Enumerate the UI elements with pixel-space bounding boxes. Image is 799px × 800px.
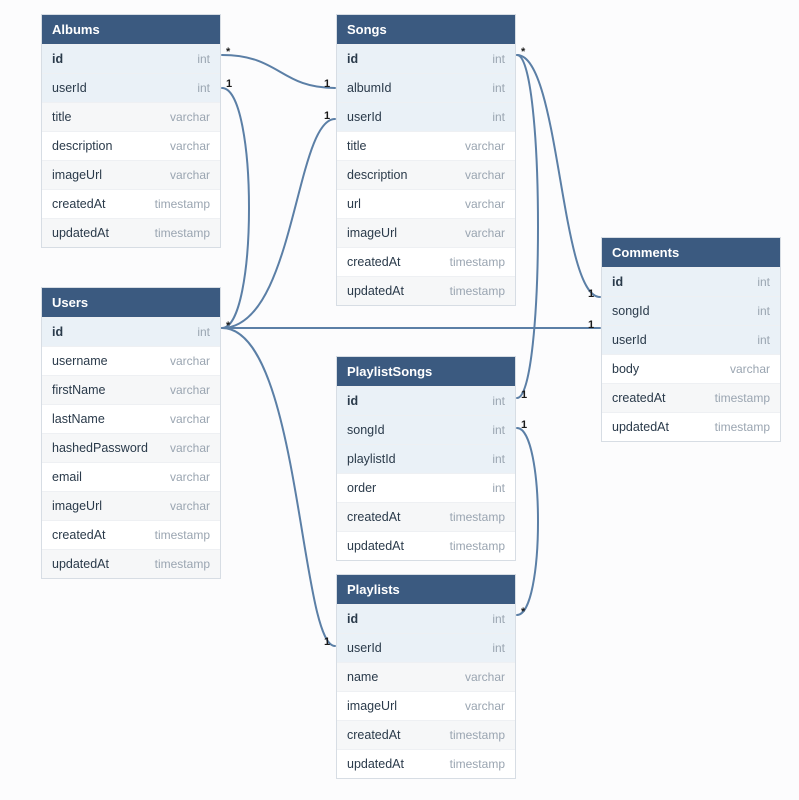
table-songs: Songs idint albumIdint userIdint titleva… — [336, 14, 516, 306]
card-comments-userid-one: 1 — [588, 319, 594, 331]
table-row: userIdint — [602, 325, 780, 354]
table-row: idint — [602, 267, 780, 296]
table-row: orderint — [337, 473, 515, 502]
table-row: hashedPasswordvarchar — [42, 433, 220, 462]
card-playlists-userid-one: 1 — [324, 636, 330, 648]
table-row: urlvarchar — [337, 189, 515, 218]
card-songs-id-star: * — [521, 46, 525, 58]
card-songs-albumid-one: 1 — [324, 78, 330, 90]
table-header-playlistsongs: PlaylistSongs — [337, 357, 515, 386]
table-playlists: Playlists idint userIdint namevarchar im… — [336, 574, 516, 779]
table-row: firstNamevarchar — [42, 375, 220, 404]
table-row: albumIdint — [337, 73, 515, 102]
table-row: songIdint — [337, 415, 515, 444]
table-users: Users idint usernamevarchar firstNamevar… — [41, 287, 221, 579]
table-header-comments: Comments — [602, 238, 780, 267]
table-row: userIdint — [42, 73, 220, 102]
table-row: titlevarchar — [42, 102, 220, 131]
table-row: namevarchar — [337, 662, 515, 691]
table-row: imageUrlvarchar — [337, 218, 515, 247]
card-albums-userid-one: 1 — [226, 78, 232, 90]
table-row: imageUrlvarchar — [337, 691, 515, 720]
table-row: lastNamevarchar — [42, 404, 220, 433]
table-row: createdAttimestamp — [602, 383, 780, 412]
table-row: updatedAttimestamp — [602, 412, 780, 441]
table-row: descriptionvarchar — [42, 131, 220, 160]
table-row: userIdint — [337, 102, 515, 131]
table-row: updatedAttimestamp — [337, 276, 515, 305]
table-row: titlevarchar — [337, 131, 515, 160]
table-comments: Comments idint songIdint userIdint bodyv… — [601, 237, 781, 442]
table-header-playlists: Playlists — [337, 575, 515, 604]
table-row: updatedAttimestamp — [42, 549, 220, 578]
card-comments-songid-one: 1 — [588, 288, 594, 300]
table-albums: Albums idint userIdint titlevarchar desc… — [41, 14, 221, 248]
card-playlists-id-star: * — [521, 606, 525, 618]
table-playlistsongs: PlaylistSongs idint songIdint playlistId… — [336, 356, 516, 561]
table-row: createdAttimestamp — [42, 520, 220, 549]
table-row: idint — [337, 604, 515, 633]
table-header-albums: Albums — [42, 15, 220, 44]
table-row: bodyvarchar — [602, 354, 780, 383]
card-playlistsongs-songid-one: 1 — [521, 389, 527, 401]
card-albums-id-star: * — [226, 46, 230, 58]
table-row: updatedAttimestamp — [42, 218, 220, 247]
table-header-songs: Songs — [337, 15, 515, 44]
table-row: createdAttimestamp — [337, 720, 515, 749]
table-row: idint — [42, 44, 220, 73]
table-row: createdAttimestamp — [337, 247, 515, 276]
table-row: updatedAttimestamp — [337, 531, 515, 560]
table-row: updatedAttimestamp — [337, 749, 515, 778]
table-row: usernamevarchar — [42, 346, 220, 375]
card-songs-userid-one: 1 — [324, 110, 330, 122]
table-row: userIdint — [337, 633, 515, 662]
table-header-users: Users — [42, 288, 220, 317]
table-row: idint — [337, 44, 515, 73]
table-row: descriptionvarchar — [337, 160, 515, 189]
table-row: createdAttimestamp — [337, 502, 515, 531]
table-row: idint — [42, 317, 220, 346]
table-row: idint — [337, 386, 515, 415]
card-playlistsongs-playlistid-one: 1 — [521, 419, 527, 431]
table-row: imageUrlvarchar — [42, 491, 220, 520]
table-row: emailvarchar — [42, 462, 220, 491]
table-row: imageUrlvarchar — [42, 160, 220, 189]
table-row: playlistIdint — [337, 444, 515, 473]
table-row: songIdint — [602, 296, 780, 325]
card-users-id-star: * — [226, 320, 230, 332]
table-row: createdAttimestamp — [42, 189, 220, 218]
